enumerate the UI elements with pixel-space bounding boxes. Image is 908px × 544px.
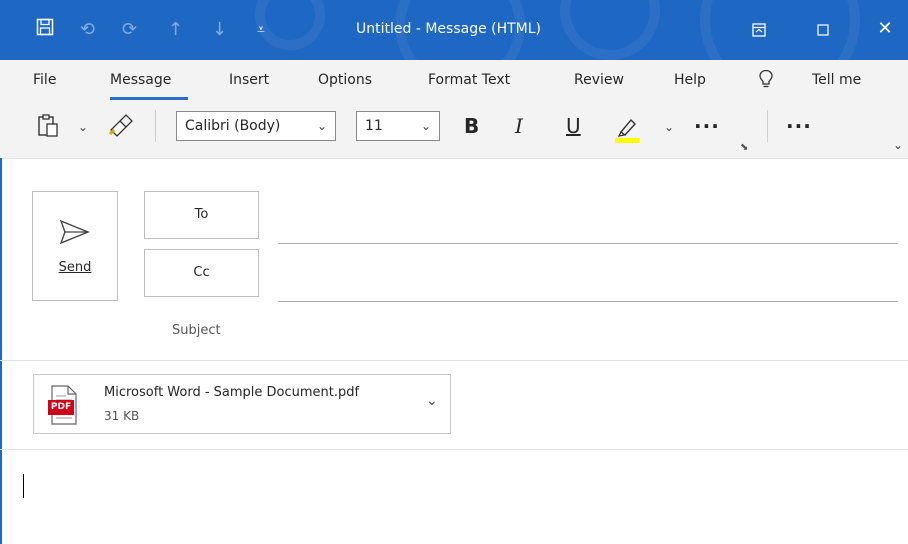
window-edge	[0, 158, 2, 544]
title-bar-decoration	[560, 0, 660, 60]
to-label: To	[194, 207, 209, 222]
attachment-options-chevron-icon[interactable]: ⌄	[426, 393, 438, 409]
tab-options[interactable]: Options	[318, 72, 372, 88]
highlight-dropdown-chevron-icon[interactable]: ⌄	[664, 120, 674, 134]
dialog-launcher-icon[interactable]: ⬊	[740, 142, 748, 153]
up-arrow-icon[interactable]: ↑	[168, 18, 183, 42]
subject-label: Subject	[172, 323, 221, 338]
attachment-size: 31 KB	[104, 409, 140, 423]
ribbon-tabs: File Message Insert Options Format Text …	[0, 60, 908, 100]
highlight-icon[interactable]	[613, 114, 641, 148]
format-painter-icon[interactable]	[108, 113, 134, 141]
cc-label: Cc	[193, 265, 210, 280]
cc-input[interactable]	[282, 258, 892, 294]
customize-qat-icon[interactable]: ⩡	[257, 18, 265, 42]
paste-dropdown-chevron-icon[interactable]: ⌄	[78, 120, 88, 134]
text-cursor	[23, 474, 24, 498]
underline-button[interactable]: U	[566, 114, 581, 138]
attachment-divider	[0, 449, 908, 450]
save-icon[interactable]	[36, 18, 54, 43]
pdf-badge: PDF	[48, 400, 74, 415]
tab-file[interactable]: File	[33, 72, 56, 88]
paste-icon[interactable]	[36, 113, 60, 143]
header-divider	[0, 360, 908, 361]
more-commands-button[interactable]: ···	[786, 114, 812, 138]
font-size-value: 11	[365, 118, 383, 134]
ribbon-toolbar: ⌄ Calibri (Body) ⌄ 11 ⌄ B I U ⌄ ··· ⬊ ··…	[0, 100, 908, 159]
font-name-value: Calibri (Body)	[185, 118, 281, 134]
attachment-card[interactable]: PDF Microsoft Word - Sample Document.pdf…	[33, 374, 451, 434]
lightbulb-icon[interactable]	[758, 69, 774, 93]
to-input[interactable]	[282, 200, 892, 236]
tab-insert[interactable]: Insert	[229, 72, 269, 88]
close-icon[interactable]: ✕	[870, 14, 900, 44]
send-button[interactable]: Send	[32, 191, 118, 301]
undo-icon[interactable]: ⟲	[80, 18, 95, 42]
tab-review[interactable]: Review	[574, 72, 624, 88]
message-body[interactable]	[10, 462, 900, 538]
tab-help[interactable]: Help	[674, 72, 706, 88]
redo-icon[interactable]: ⟳	[122, 18, 137, 42]
toolbar-separator	[155, 110, 156, 142]
tab-message[interactable]: Message	[110, 72, 171, 88]
subject-input[interactable]	[282, 315, 892, 351]
attachment-name: Microsoft Word - Sample Document.pdf	[104, 385, 360, 400]
send-label: Send	[58, 260, 92, 275]
italic-button[interactable]: I	[515, 114, 523, 138]
to-field-underline	[278, 243, 898, 244]
title-bar: ⟲ ⟳ ↑ ↓ ⩡ Untitled - Message (HTML) ✕	[0, 0, 908, 60]
toolbar-separator	[767, 110, 768, 142]
chevron-down-icon: ⌄	[316, 119, 327, 133]
to-button[interactable]: To	[144, 191, 259, 239]
window-title: Untitled - Message (HTML)	[356, 21, 542, 37]
cc-field-underline	[278, 301, 898, 302]
more-formatting-button[interactable]: ···	[694, 114, 720, 138]
font-size-dropdown[interactable]: 11 ⌄	[356, 111, 440, 141]
font-name-dropdown[interactable]: Calibri (Body) ⌄	[176, 111, 336, 141]
tell-me-search[interactable]: Tell me	[812, 72, 861, 88]
ribbon-display-options-icon[interactable]	[744, 14, 774, 44]
cc-button[interactable]: Cc	[144, 249, 259, 297]
down-arrow-icon[interactable]: ↓	[212, 18, 227, 42]
bold-button[interactable]: B	[464, 114, 479, 138]
maximize-icon[interactable]	[808, 14, 838, 44]
title-bar-decoration	[255, 0, 325, 50]
tab-format-text[interactable]: Format Text	[428, 72, 510, 88]
send-icon	[59, 218, 91, 250]
chevron-down-icon: ⌄	[420, 119, 431, 133]
ribbon-collapse-chevron-icon[interactable]: ⌄	[893, 138, 903, 152]
